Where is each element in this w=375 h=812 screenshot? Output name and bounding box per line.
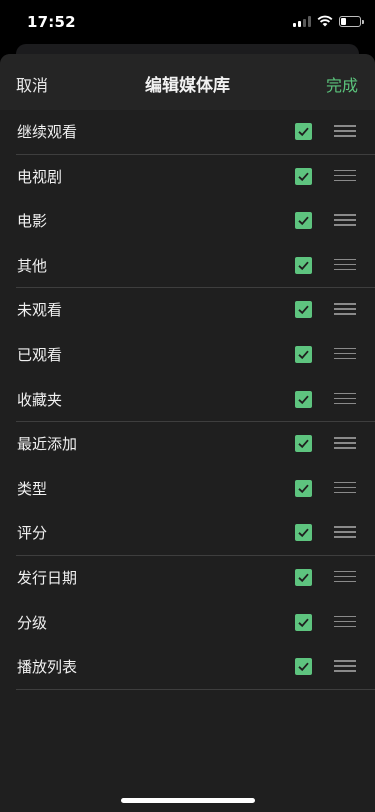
checkbox[interactable] <box>295 345 312 363</box>
list-item-label: 最近添加 <box>17 435 78 454</box>
library-category-list: 继续观看电视剧电影其他未观看已观看收藏夹最近添加类型评分发行日期分级播放列表 <box>0 110 375 690</box>
list-item-label: 播放列表 <box>17 658 78 677</box>
wifi-icon <box>317 15 333 27</box>
nav-bar: 取消 编辑媒体库 完成 <box>0 54 375 110</box>
checkmark-icon <box>298 261 309 270</box>
checkbox[interactable] <box>295 435 312 453</box>
reorder-handle-icon[interactable] <box>334 481 356 494</box>
reorder-handle-icon[interactable] <box>334 214 356 226</box>
list-item[interactable]: 最近添加 <box>0 422 375 467</box>
checkmark-icon <box>298 528 309 538</box>
checkmark-icon <box>298 662 309 672</box>
list-item-label: 评分 <box>17 524 48 543</box>
list-item[interactable]: 类型 <box>0 467 375 512</box>
checkmark-icon <box>298 484 309 493</box>
done-button[interactable]: 完成 <box>326 72 358 96</box>
list-item-label: 发行日期 <box>17 568 78 587</box>
list-item-label: 分级 <box>17 613 48 632</box>
list-item-label: 继续观看 <box>17 123 78 141</box>
list-item[interactable]: 收藏夹 <box>0 378 375 423</box>
list-item[interactable]: 其他 <box>0 244 375 289</box>
list-item[interactable]: 已观看 <box>0 333 375 378</box>
checkbox[interactable] <box>295 568 312 586</box>
checkbox[interactable] <box>295 256 312 274</box>
checkbox[interactable] <box>295 212 312 230</box>
checkbox[interactable] <box>295 613 312 631</box>
reorder-handle-icon[interactable] <box>334 303 356 315</box>
checkmark-icon <box>298 618 309 627</box>
battery-icon <box>339 15 364 27</box>
list-item[interactable]: 发行日期 <box>0 556 375 601</box>
list-item[interactable]: 电影 <box>0 199 375 244</box>
reorder-handle-icon[interactable] <box>334 660 356 672</box>
divider <box>16 688 375 690</box>
checkbox[interactable] <box>295 524 312 542</box>
reorder-handle-icon[interactable] <box>334 392 356 405</box>
reorder-handle-icon[interactable] <box>334 125 356 137</box>
checkbox[interactable] <box>295 479 312 497</box>
list-item-label: 已观看 <box>17 345 63 364</box>
home-indicator[interactable] <box>121 798 255 803</box>
checkmark-icon <box>298 127 309 137</box>
checkbox[interactable] <box>295 167 312 185</box>
reorder-handle-icon[interactable] <box>334 347 356 360</box>
list-item[interactable]: 继续观看 <box>0 110 375 155</box>
checkbox[interactable] <box>295 123 312 140</box>
checkmark-icon <box>298 439 309 449</box>
status-icons <box>293 15 364 27</box>
reorder-handle-icon[interactable] <box>334 437 356 449</box>
reorder-handle-icon[interactable] <box>334 169 356 182</box>
checkmark-icon <box>298 350 309 360</box>
list-item[interactable]: 播放列表 <box>0 645 375 690</box>
reorder-handle-icon[interactable] <box>334 570 356 583</box>
edit-library-sheet: 取消 编辑媒体库 完成 继续观看电视剧电影其他未观看已观看收藏夹最近添加类型评分… <box>0 54 375 812</box>
list-item-label: 电视剧 <box>17 167 63 186</box>
status-time: 17:52 <box>27 13 76 31</box>
checkmark-icon <box>298 172 309 181</box>
reorder-handle-icon[interactable] <box>334 526 356 538</box>
checkmark-icon <box>298 305 309 315</box>
status-bar: 17:52 <box>0 0 375 44</box>
page-title: 编辑媒体库 <box>145 76 230 96</box>
list-item-label: 未观看 <box>17 301 63 320</box>
checkbox[interactable] <box>295 390 312 408</box>
checkbox[interactable] <box>295 658 312 676</box>
list-item-label: 电影 <box>17 212 48 231</box>
checkmark-icon <box>298 395 309 404</box>
list-item[interactable]: 评分 <box>0 511 375 556</box>
cellular-signal-icon <box>293 15 311 27</box>
list-item-label: 类型 <box>17 479 48 498</box>
list-item[interactable]: 电视剧 <box>0 155 375 200</box>
checkbox[interactable] <box>295 301 312 319</box>
list-item[interactable]: 分级 <box>0 601 375 646</box>
reorder-handle-icon[interactable] <box>334 258 356 271</box>
list-item-label: 收藏夹 <box>17 390 63 409</box>
checkmark-icon <box>298 216 309 226</box>
list-item-label: 其他 <box>17 256 48 275</box>
checkmark-icon <box>298 573 309 583</box>
reorder-handle-icon[interactable] <box>334 615 356 628</box>
list-item[interactable]: 未观看 <box>0 288 375 333</box>
